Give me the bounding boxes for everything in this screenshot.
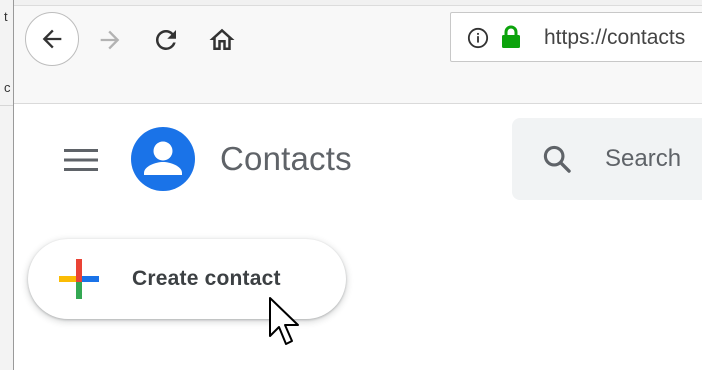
back-arrow-icon: [42, 29, 62, 49]
contacts-logo-icon: [131, 127, 195, 191]
forward-arrow-icon: [100, 30, 120, 50]
create-contact-label: Create contact: [132, 267, 281, 290]
forward-button[interactable]: [90, 20, 130, 60]
search-icon[interactable]: [540, 142, 574, 176]
window-edge: t c: [0, 0, 14, 370]
info-icon[interactable]: [467, 27, 489, 49]
toolbar-top-rule: [14, 0, 702, 6]
lock-icon[interactable]: [499, 24, 523, 50]
url-text[interactable]: https://contacts: [544, 26, 685, 50]
browser-toolbar: https://contacts: [14, 0, 702, 104]
reload-button[interactable]: [146, 20, 186, 60]
plus-icon: [59, 259, 99, 299]
window-edge-fragment-1: t: [4, 9, 8, 24]
mouse-cursor-icon: [269, 297, 299, 345]
window-edge-fragment-2: c: [4, 80, 11, 95]
app-title: Contacts: [220, 140, 352, 177]
main-menu-button[interactable]: [64, 147, 98, 178]
home-icon: [209, 28, 235, 50]
hamburger-menu-icon: [64, 149, 98, 171]
toolbar-bottom-rule: [14, 103, 702, 104]
screen: t c https://contacts Contacts Search Cre…: [0, 0, 702, 370]
search-bar[interactable]: Search: [512, 118, 702, 200]
window-edge-divider: [0, 105, 14, 106]
reload-icon: [155, 29, 176, 50]
home-button[interactable]: [202, 20, 242, 60]
search-placeholder[interactable]: Search: [605, 145, 681, 173]
contacts-logo[interactable]: [131, 127, 195, 196]
back-button[interactable]: [25, 12, 79, 66]
address-bar[interactable]: https://contacts: [450, 12, 702, 62]
